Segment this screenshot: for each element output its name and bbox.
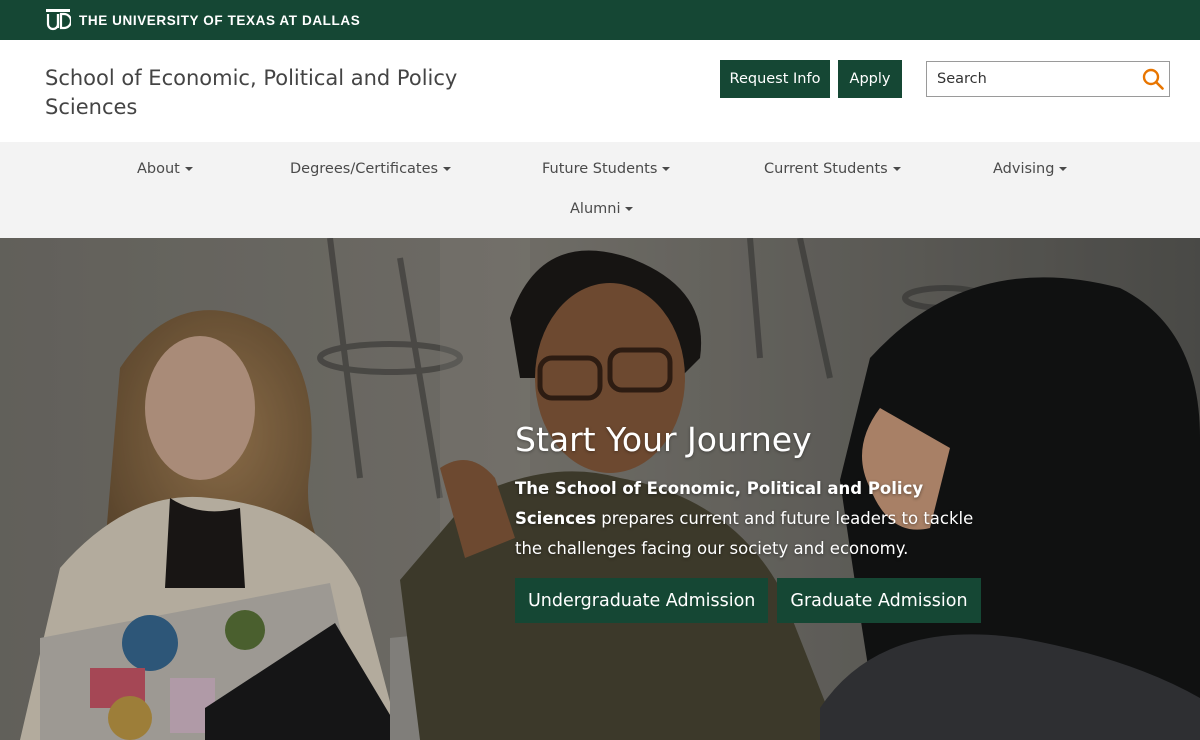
nav-item-label: About <box>137 161 180 177</box>
caret-down-icon <box>892 167 901 171</box>
hero-title: Start Your Journey <box>515 420 812 459</box>
utd-logo-link[interactable]: THE UNIVERSITY OF TEXAS AT DALLAS <box>45 8 360 32</box>
nav-item-current-students[interactable]: Current Students <box>764 161 901 177</box>
apply-button[interactable]: Apply <box>838 60 902 98</box>
nav-item-label: Advising <box>993 161 1055 177</box>
graduate-admission-button[interactable]: Graduate Admission <box>777 578 981 623</box>
main-nav: About Degrees/Certificates Future Studen… <box>0 142 1200 238</box>
nav-item-label: Alumni <box>570 201 621 217</box>
university-name: THE UNIVERSITY OF TEXAS AT DALLAS <box>79 12 361 28</box>
caret-down-icon <box>625 207 634 211</box>
site-header: School of Economic, Political and Policy… <box>0 40 1200 142</box>
caret-down-icon <box>443 167 452 171</box>
search-input[interactable] <box>927 62 1137 96</box>
search-box <box>926 61 1170 97</box>
nav-item-label: Future Students <box>542 161 658 177</box>
nav-item-future-students[interactable]: Future Students <box>542 161 671 177</box>
nav-item-about[interactable]: About <box>137 161 193 177</box>
undergraduate-admission-button[interactable]: Undergraduate Admission <box>515 578 769 623</box>
caret-down-icon <box>662 167 671 171</box>
search-icon[interactable] <box>1137 62 1169 96</box>
nav-item-label: Degrees/Certificates <box>290 161 439 177</box>
caret-down-icon <box>184 167 193 171</box>
hero-buttons: Undergraduate Admission Graduate Admissi… <box>515 578 981 623</box>
hero-description: The School of Economic, Political and Po… <box>515 474 985 564</box>
hero-content: Start Your Journey The School of Economi… <box>515 420 985 564</box>
caret-down-icon <box>1059 167 1068 171</box>
school-title[interactable]: School of Economic, Political and Policy… <box>45 64 465 122</box>
nav-item-alumni[interactable]: Alumni <box>570 201 634 217</box>
utd-monogram-icon <box>46 9 71 31</box>
request-info-button[interactable]: Request Info <box>720 60 830 98</box>
university-topbar: THE UNIVERSITY OF TEXAS AT DALLAS <box>0 0 1200 40</box>
nav-item-advising[interactable]: Advising <box>993 161 1068 177</box>
hero-banner: Start Your Journey The School of Economi… <box>0 238 1200 740</box>
nav-item-degrees[interactable]: Degrees/Certificates <box>290 161 452 177</box>
nav-item-label: Current Students <box>764 161 888 177</box>
